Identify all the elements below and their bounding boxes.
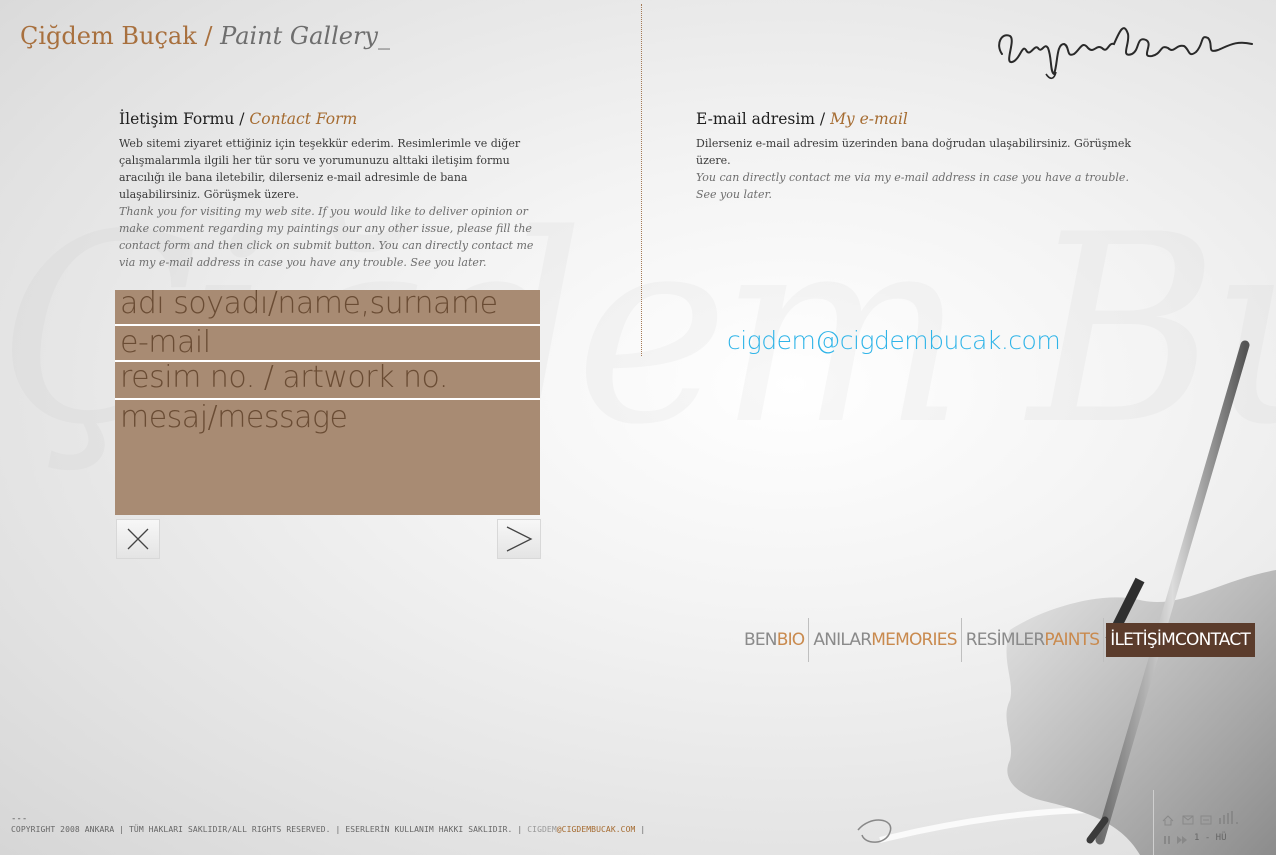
artwork-field[interactable]: resim no. / artwork no. [115,360,540,400]
footer-copyright: COPYRIGHT 2008 ANKARA | TÜM HAKLARI SAKL… [11,825,645,834]
copyright-text: COPYRIGHT 2008 ANKARA | TÜM HAKLARI SAKL… [11,825,523,834]
volume-bars-icon[interactable] [1218,810,1240,824]
name-field-placeholder: adı soyadı/name,surname [120,286,498,321]
track-label: 1 - HÜ [1194,833,1227,843]
my-email-title-en: My e-mail [830,110,908,128]
footer-dash: --- [11,814,28,824]
title-separator: / [204,22,213,50]
main-nav: BEN BIO ANILAR MEMORIES RESİMLER PAINTS İLE… [740,618,1255,662]
signature-logo [998,27,1253,80]
submit-button[interactable] [497,519,541,559]
contact-form-title-tr: İletişim Formu / [119,110,245,128]
contact-form-title: İletişim Formu / Contact Form [119,110,357,128]
nav-bio[interactable]: BEN BIO [740,618,810,662]
window-icon[interactable] [1200,815,1212,825]
artist-name: Çiğdem Buçak [20,22,197,50]
my-email-text-en-1: You can directly contact me via my e-mai… [696,171,1129,184]
nav-memories-tr: ANILAR [813,630,872,650]
email-field[interactable]: e-mail [115,325,540,362]
hand-brush-illustration [857,340,1276,855]
arrow-right-icon [506,526,533,552]
footer-email-link[interactable]: CIGDEM@CIGDEMBUCAK.COM [527,825,635,834]
media-controls: 1 - HÜ [1153,790,1276,855]
message-field-placeholder: mesaj/message [120,400,348,435]
nav-paints-tr: RESİMLER [965,630,1045,650]
pause-icon[interactable] [1162,835,1172,845]
my-email-title: E-mail adresim / My e-mail [696,110,908,128]
message-field[interactable]: mesaj/message [115,400,540,515]
footer-email-prefix: CIGDEM [527,825,557,834]
footer-email-domain: @CIGDEMBUCAK.COM [556,825,636,834]
gallery-label: Paint Gallery_ [220,22,390,50]
home-icon[interactable] [1162,815,1174,826]
contact-intro-tr: Web sitemi ziyaret ettiğiniz için teşekk… [119,137,521,201]
nav-contact-en: CONTACT [1174,630,1251,650]
my-email-title-tr: E-mail adresim / [696,110,826,128]
name-field[interactable]: adı soyadı/name,surname [115,286,540,326]
contact-intro-en: Thank you for visiting my web site. If y… [119,205,534,269]
column-divider [641,4,642,356]
my-email-text-en-2: See you later. [696,188,773,201]
nav-bio-tr: BEN [744,630,778,650]
next-track-icon[interactable] [1176,835,1188,845]
nav-memories-en: MEMORIES [871,630,957,650]
nav-contact-tr: İLETİŞİM [1110,630,1175,650]
artwork-field-placeholder: resim no. / artwork no. [120,360,448,395]
nav-bio-en: BIO [776,630,805,650]
nav-paints[interactable]: RESİMLER PAINTS [962,618,1105,662]
contact-form-title-en: Contact Form [249,110,358,128]
nav-memories[interactable]: ANILAR MEMORIES [809,618,962,662]
clear-button[interactable] [116,519,160,559]
close-icon [127,528,149,550]
my-email-text-tr: Dilerseniz e-mail adresim üzerinden bana… [696,137,1132,167]
email-field-placeholder: e-mail [120,325,211,360]
footer-tail: | [635,825,646,834]
site-title[interactable]: Çiğdem Buçak / Paint Gallery_ [20,22,390,50]
nav-paints-en: PAINTS [1044,630,1100,650]
nav-contact[interactable]: İLETİŞİM CONTACT [1106,623,1255,657]
mail-icon[interactable] [1182,815,1194,825]
